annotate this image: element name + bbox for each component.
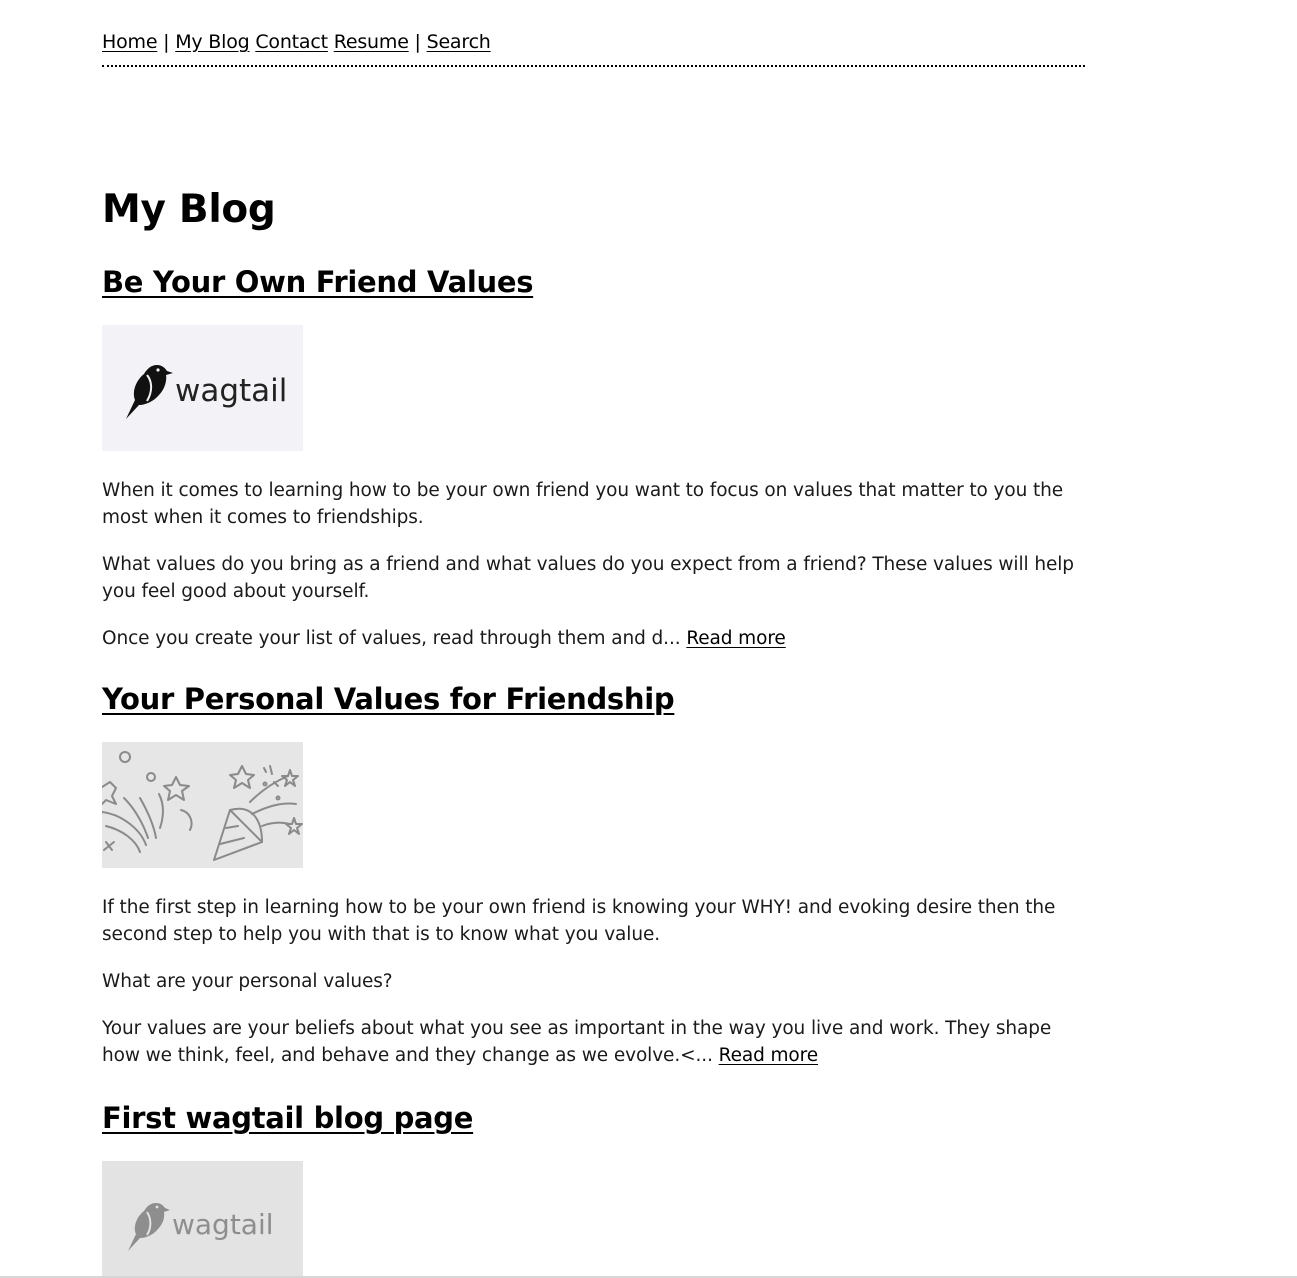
- post-title: Your Personal Values for Friendship: [102, 680, 1085, 718]
- nav-home-link[interactable]: Home: [102, 31, 158, 53]
- post-title: Be Your Own Friend Values: [102, 263, 1085, 301]
- excerpt-paragraph: What are your personal values?: [102, 971, 393, 992]
- post-thumbnail-celebration[interactable]: [102, 742, 303, 868]
- nav-separator: |: [163, 31, 170, 53]
- nav-blog-link[interactable]: My Blog: [175, 31, 249, 53]
- excerpt-paragraph: Your values are your beliefs about what …: [102, 1015, 1085, 1069]
- blog-post: First wagtail blog page wagtail: [102, 1099, 1085, 1278]
- excerpt-paragraph: What values do you bring as a friend and…: [102, 554, 1074, 602]
- nav-resume-link[interactable]: Resume: [334, 31, 409, 53]
- wagtail-logo-text: wagtail: [175, 373, 287, 409]
- post-excerpt: When it comes to learning how to be your…: [102, 477, 1085, 652]
- blog-post: Be Your Own Friend Values wagtail When i…: [102, 263, 1085, 672]
- blog-index-page: Home | My Blog Contact Resume | Search M…: [0, 0, 1297, 1278]
- read-more-link[interactable]: Read more: [686, 628, 785, 649]
- top-navigation: Home | My Blog Contact Resume | Search: [102, 0, 1085, 67]
- excerpt-paragraph: Once you create your list of values, rea…: [102, 625, 1085, 652]
- nav-separator: |: [414, 31, 421, 53]
- post-thumbnail-wagtail-logo[interactable]: wagtail: [102, 325, 303, 451]
- excerpt-paragraph: If the first step in learning how to be …: [102, 897, 1056, 945]
- post-title-link[interactable]: First wagtail blog page: [102, 1101, 473, 1135]
- excerpt-text: Once you create your list of values, rea…: [102, 628, 681, 649]
- nav-search-link[interactable]: Search: [427, 31, 491, 53]
- excerpt-paragraph: When it comes to learning how to be your…: [102, 480, 1064, 528]
- post-title-link[interactable]: Be Your Own Friend Values: [102, 265, 533, 299]
- page-title: My Blog: [102, 187, 276, 232]
- main-container: Home | My Blog Contact Resume | Search M…: [102, 0, 1085, 1278]
- post-title-link[interactable]: Your Personal Values for Friendship: [102, 682, 675, 716]
- post-excerpt: If the first step in learning how to be …: [102, 894, 1085, 1069]
- excerpt-text: Your values are your beliefs about what …: [102, 1018, 1052, 1066]
- wagtail-logo-text: wagtail: [172, 1208, 274, 1241]
- post-thumbnail-wagtail-logo[interactable]: wagtail: [102, 1161, 303, 1278]
- read-more-link[interactable]: Read more: [719, 1045, 818, 1066]
- post-title: First wagtail blog page: [102, 1099, 1085, 1137]
- blog-post: Your Personal Values for Friendship If t…: [102, 680, 1085, 1089]
- nav-contact-link[interactable]: Contact: [255, 31, 328, 53]
